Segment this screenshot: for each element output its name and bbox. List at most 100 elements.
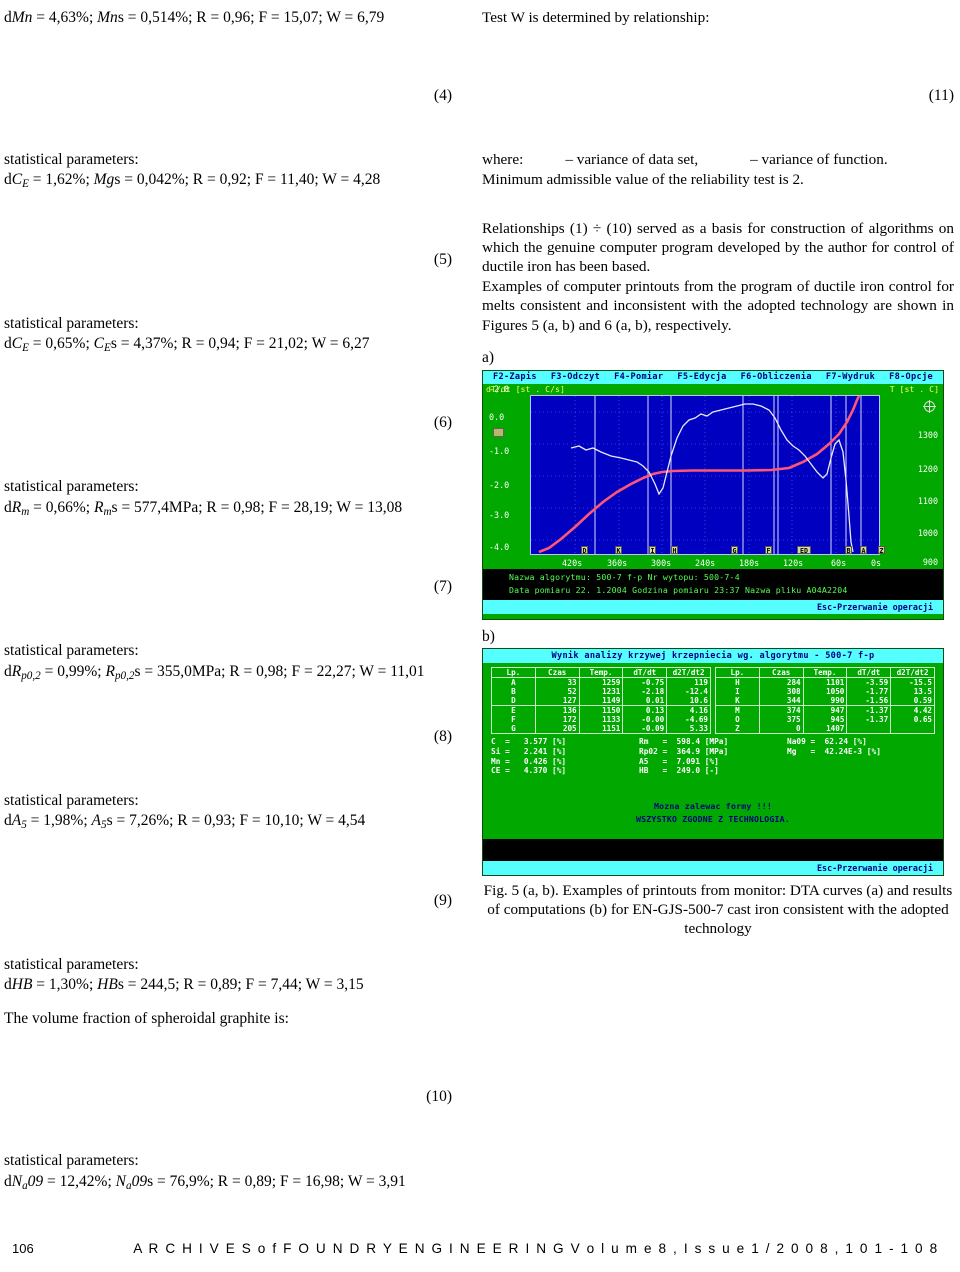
y-tick-left-3: -3.0	[489, 509, 510, 520]
eq9-number: (9)	[433, 891, 452, 909]
eq4-line: dMn = 4,63%; Mns = 0,514%; R = 0,96; F =…	[4, 9, 385, 26]
esc-bar-b[interactable]: Esc-Przerwanie operacji	[483, 861, 943, 876]
marker-F[interactable]: F	[765, 545, 772, 555]
x-tick-120s: 120s	[783, 557, 804, 568]
figure-a-label: a)	[482, 349, 495, 367]
x-tick-360s: 360s	[607, 557, 628, 568]
cursor-marker-icon[interactable]	[493, 427, 504, 437]
y-tick-right-2: 1100	[917, 495, 938, 506]
stat-head-11: statistical parameters:	[4, 1152, 139, 1170]
plot-area[interactable]	[530, 394, 880, 555]
screenshot-results-table: Wynik analizy krzywej krzepniecia wg. al…	[482, 648, 944, 877]
eq9-line: dA5 = 1,98%; A5s = 7,26%; R = 0,93; F = …	[4, 812, 366, 832]
equation-block-10: statistical parameters: dHB = 1,30%; HBs…	[4, 955, 452, 1108]
table-row: E 136 1150 0.13 4.16	[491, 705, 711, 716]
marker-K[interactable]: K	[615, 545, 622, 555]
col-dtdt: dT/dt	[622, 667, 668, 679]
left-group-2: E 136 1150 0.13 4.16 F 172 1133 -0.00 -4.69 G 205…	[491, 705, 711, 735]
test-w-text: Test W is determined by relationship:	[482, 9, 710, 26]
marker-Z[interactable]: Z	[878, 545, 885, 555]
function-key-menubar[interactable]: F2-Zapis F3-Odczyt F4-Pomiar F5-Edycja F…	[483, 370, 943, 384]
col-dtdt: dT/dt	[846, 667, 892, 679]
x-tick-0s: 0s	[871, 557, 882, 568]
message-zone: Mozna zalewac formy !!! WSZYSTKO ZGODNE …	[483, 776, 943, 840]
stat-head-10: statistical parameters:	[4, 955, 139, 973]
marker-B[interactable]: B	[845, 545, 852, 555]
where-variance-dataset: – variance of data set,	[565, 150, 699, 168]
esc-bar-a[interactable]: Esc-Przerwanie operacji	[483, 599, 943, 614]
marker-I[interactable]: I	[649, 545, 656, 555]
summary-na09: Na09 = 62.24 [%]	[787, 737, 867, 747]
marker-G[interactable]: G	[731, 545, 738, 555]
marker-A[interactable]: A	[860, 545, 867, 555]
col-lp: Lp.	[491, 667, 536, 679]
equation-block-11: statistical parameters: dNa09 = 12,42%; …	[4, 1151, 452, 1193]
y-tick-right-4: 900	[922, 556, 938, 567]
eq6-line: dCE = 0,65%; CEs = 4,37%; R = 0,94; F = …	[4, 335, 370, 355]
equation-block-6: statistical parameters: dCE = 0,65%; CEs…	[4, 314, 452, 434]
table-row: K 344 990 -1.56 0.59	[715, 696, 935, 707]
summary-mg: Mg = 42.24E-3 [%]	[787, 747, 881, 757]
summary-rm: Rm = 598.4 [MPa]	[639, 737, 729, 747]
y-tick-right-0: 1300	[917, 429, 938, 440]
table-row: I 308 1050 -1.77 13.5	[715, 687, 935, 697]
y-tick-right-1: 1200	[917, 463, 938, 474]
paragraph-examples: Examples of computer printouts from the …	[482, 277, 954, 334]
screenshot-dta-curves: F2-Zapis F3-Odczyt F4-Pomiar F5-Edycja F…	[482, 369, 944, 620]
marker-D[interactable]: D	[581, 545, 588, 555]
eq7-number: (7)	[433, 578, 452, 596]
marker-ED[interactable]: ED	[797, 545, 811, 555]
where-row: where: – variance of data set, – varianc…	[482, 150, 954, 170]
table-header-row: Lp. Czas Temp. dT/dt d2T/dt2	[491, 667, 711, 679]
table-row: D 127 1149 0.01 10.6	[491, 696, 711, 707]
menu-item-f3-odczyt[interactable]: F3-Odczyt	[551, 371, 600, 384]
menu-item-f7-wydruk[interactable]: F7-Wydruk	[826, 371, 875, 384]
equation-block-5: statistical parameters: dCE = 1,62%; Mgs…	[4, 150, 452, 270]
col-temp: Temp.	[578, 667, 624, 679]
y-tick-left-2b: -2.0	[489, 479, 510, 490]
menu-item-f2-zapis[interactable]: F2-Zapis	[493, 371, 537, 384]
menu-item-f5-edycja[interactable]: F5-Edycja	[677, 371, 726, 384]
eq7-line: dRm = 0,66%; Rms = 577,4MPa; R = 0,98; F…	[4, 498, 403, 518]
col-lp: Lp.	[715, 667, 760, 679]
table-row: B 52 1231 -2.18 -12.4	[491, 687, 711, 697]
menu-item-f6-obliczenia[interactable]: F6-Obliczenia	[741, 371, 812, 384]
table-row: M 374 947 -1.37 4.42	[715, 705, 935, 716]
menu-item-f4-pomiar[interactable]: F4-Pomiar	[614, 371, 663, 384]
where-variance-function: – variance of function.	[750, 150, 888, 168]
table-row: F 172 1133 -0.00 -4.69	[491, 715, 711, 725]
eq5-line: dCE = 1,62%; Mgs = 0,042%; R = 0,92; F =…	[4, 171, 381, 191]
eq4-number: (4)	[433, 86, 452, 104]
journal-reference: A R C H I V E S o f F O U N D R Y E N G …	[133, 1241, 939, 1256]
status-date-line: Data pomiaru 22. 1.2004 Godzina pomiaru …	[509, 584, 848, 595]
where-label: where:	[482, 150, 524, 168]
x-tick-240s: 240s	[695, 557, 716, 568]
x-tick-180s: 180s	[739, 557, 760, 568]
message-technology-ok: WSZYSTKO ZGODNE Z TECHNOLOGIA.	[636, 813, 790, 824]
summary-mn: Mn = 0.426 [%]	[491, 756, 567, 766]
summary-si: Si = 2.241 [%]	[491, 747, 567, 757]
table-row: O 375 945 -1.37 0.65	[715, 715, 935, 725]
left-column: dMn = 4,63%; Mns = 0,514%; R = 0,96; F =…	[0, 0, 470, 1194]
equation-block-4: dMn = 4,63%; Mns = 0,514%; R = 0,96; F =…	[4, 8, 452, 106]
summary-ce: CE = 4.370 [%]	[491, 766, 567, 776]
right-group-2: M 374 947 -1.37 4.42 O 375 945 -1.37 0.65 Z 0 1407	[715, 705, 935, 735]
stat-head-5: statistical parameters:	[4, 150, 139, 168]
page-number: 106	[12, 1241, 34, 1256]
x-tick-60s: 60s	[831, 557, 847, 568]
plot-zone: dT/dt [st . C/s] T [st . C] 0.0 -1.0 -2.…	[483, 383, 943, 569]
y-tick-left-0: 0.0	[489, 411, 505, 422]
table-row: Z 0 1407	[715, 724, 935, 735]
menu-item-f8-opcje[interactable]: F8-Opcje	[889, 371, 933, 384]
eq10-number: (10)	[426, 1088, 452, 1106]
page: dMn = 4,63%; Mns = 0,514%; R = 0,96; F =…	[0, 0, 960, 1272]
marker-H[interactable]: H	[671, 545, 678, 555]
message-pour-forms: Mozna zalewac formy !!!	[654, 800, 772, 811]
status-algorithm-line: Nazwa algorytmu: 500-7 f-p Nr wytopu: 50…	[509, 571, 740, 582]
figure-b-label: b)	[482, 627, 495, 645]
equation-block-7: statistical parameters: dRm = 0,66%; Rms…	[4, 477, 452, 597]
col-czas: Czas	[534, 667, 580, 679]
stat-head-6: statistical parameters:	[4, 314, 139, 332]
table-header-row: Lp. Czas Temp. dT/dt d2T/dt2	[715, 667, 935, 679]
eq6-number: (6)	[433, 414, 452, 432]
